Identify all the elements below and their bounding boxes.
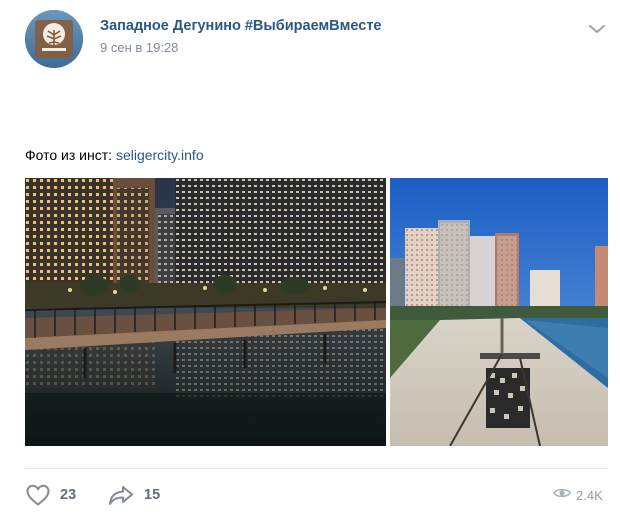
community-logo-icon: [25, 10, 83, 68]
post-date[interactable]: 9 сен в 19:28: [100, 40, 178, 55]
share-count: 15: [144, 487, 161, 503]
heart-icon: [25, 483, 51, 507]
chevron-down-icon[interactable]: [586, 22, 608, 36]
post-text-prefix: Фото из инст:: [25, 147, 116, 163]
footer-divider: [25, 468, 608, 469]
like-count: 23: [60, 487, 77, 503]
like-button[interactable]: 23: [25, 480, 76, 510]
views-count: 2.4K: [576, 488, 603, 503]
community-avatar[interactable]: [25, 10, 83, 68]
eye-icon: [553, 486, 571, 505]
views-counter: 2.4K: [553, 486, 603, 505]
share-button[interactable]: 15: [107, 480, 160, 510]
wall-post: Западное Дегунино #ВыбираемВместе 9 сен …: [0, 0, 620, 525]
post-text: Фото из инст: seligercity.info: [25, 147, 204, 163]
post-text-link[interactable]: seligercity.info: [116, 147, 204, 163]
share-arrow-icon: [107, 483, 135, 507]
post-author-link[interactable]: Западное Дегунино #ВыбираемВместе: [100, 18, 381, 34]
post-photo-1[interactable]: [25, 178, 386, 446]
post-photo-2[interactable]: [390, 178, 608, 446]
